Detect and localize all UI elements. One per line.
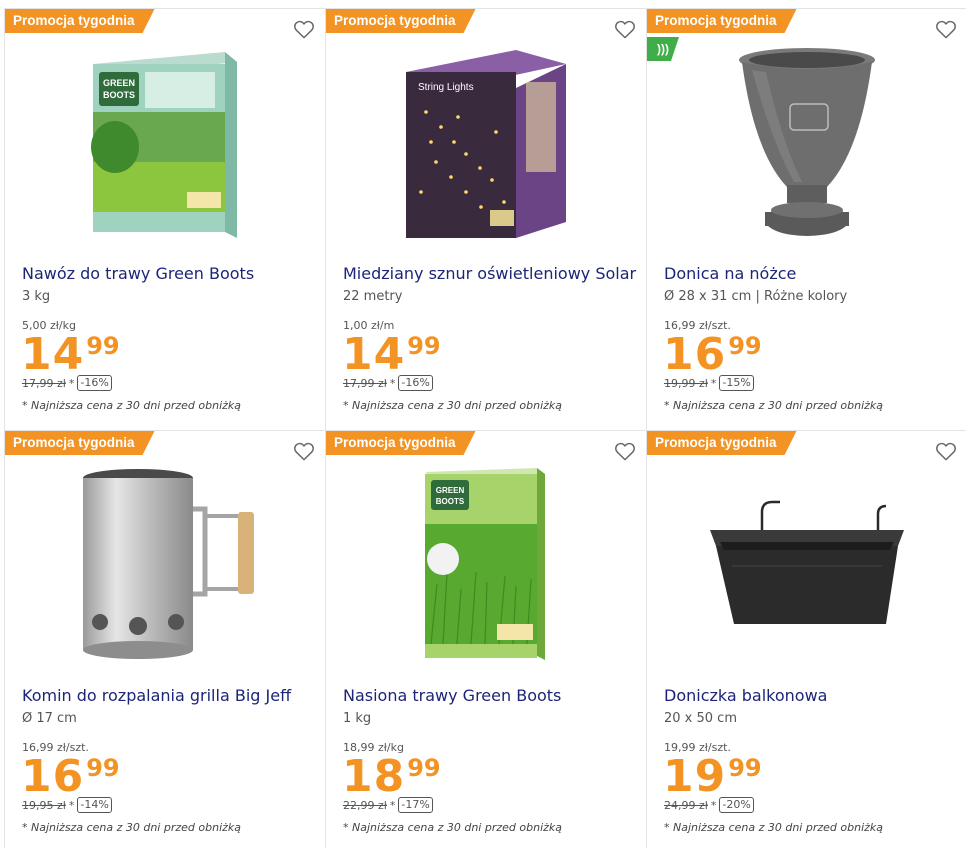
product-card[interactable]: Promocja tygodnia Komin do rozpalania gr… [5,431,325,850]
lowest-price-note: * Najniższa cena z 30 dni przed obniżką [22,821,242,834]
current-price: 14 99 [342,331,441,379]
product-card[interactable]: Promocja tygodnia ))) Donica na nóżce Ø … [647,9,967,430]
heart-icon[interactable] [293,441,315,461]
price-decimal: 99 [728,754,762,782]
price-decimal: 99 [86,754,120,782]
product-variant: 1 kg [343,711,372,726]
discount-badge: -14% [77,797,112,813]
old-price-star: * [68,798,75,812]
svg-text:GREEN: GREEN [103,78,135,88]
heart-icon[interactable] [935,19,957,39]
product-name[interactable]: Donica na nóżce [664,264,796,283]
old-price-row: 24,99 zł * -20% [664,797,754,813]
price-decimal: 99 [407,332,441,360]
price-integer: 18 [342,751,406,802]
product-name[interactable]: Nawóz do trawy Green Boots [22,264,254,283]
old-price-row: 17,99 zł * -16% [22,375,112,391]
price-integer: 19 [663,751,727,802]
lowest-price-note: * Najniższa cena z 30 dni przed obniżką [664,821,884,834]
price-decimal: 99 [86,332,120,360]
svg-text:String Lights: String Lights [418,82,474,93]
price-integer: 14 [342,329,406,380]
heart-icon[interactable] [614,19,636,39]
product-name[interactable]: Miedziany sznur oświetleniowy Solar [343,264,636,283]
product-card[interactable]: Promocja tygodnia GREEN BOOTS Nasiona tr… [326,431,646,850]
product-card[interactable]: Promocja tygodnia String Lights Miedzian… [326,9,646,430]
old-price: 17,99 zł [22,376,66,390]
heart-icon[interactable] [935,441,957,461]
old-price-row: 17,99 zł * -16% [343,375,433,391]
product-image[interactable] [647,39,967,245]
product-grid: Promocja tygodnia GREEN BOOTS Nawóz do t… [4,8,967,850]
footed-planter-icon [739,48,875,236]
current-price: 18 99 [342,753,441,801]
current-price: 19 99 [663,753,762,801]
lowest-price-note: * Najniższa cena z 30 dni przed obniżką [343,821,563,834]
chimney-starter-icon [83,469,254,659]
product-image[interactable]: String Lights [326,39,646,245]
old-price-star: * [68,376,75,390]
product-name[interactable]: Doniczka balkonowa [664,686,827,705]
old-price: 19,99 zł [664,376,708,390]
product-name[interactable]: Nasiona trawy Green Boots [343,686,561,705]
lowest-price-note: * Najniższa cena z 30 dni przed obniżką [664,399,884,412]
product-card[interactable]: Promocja tygodnia Doniczka balkonowa 20 … [647,431,967,850]
promo-badge: Promocja tygodnia [5,431,155,455]
product-image[interactable]: GREEN BOOTS [326,461,646,667]
grass-seeds-box-icon: GREEN BOOTS [425,468,545,660]
promo-badge: Promocja tygodnia [5,9,155,33]
promo-badge: Promocja tygodnia [326,9,476,33]
product-image[interactable] [5,461,325,667]
svg-text:GREEN: GREEN [436,486,465,495]
old-price-star: * [710,376,717,390]
current-price: 14 99 [21,331,120,379]
price-integer: 16 [21,751,85,802]
discount-badge: -16% [77,375,112,391]
product-name[interactable]: Komin do rozpalania grilla Big Jeff [22,686,291,705]
lowest-price-note: * Najniższa cena z 30 dni przed obniżką [343,399,563,412]
product-variant: 3 kg [22,289,51,304]
product-variant: Ø 28 x 31 cm | Różne kolory [664,289,848,304]
svg-text:BOOTS: BOOTS [436,497,465,506]
discount-badge: -16% [398,375,433,391]
old-price-row: 19,99 zł * -15% [664,375,754,391]
old-price-row: 19,95 zł * -14% [22,797,112,813]
heart-icon[interactable] [614,441,636,461]
old-price-star: * [710,798,717,812]
old-price: 22,99 zł [343,798,387,812]
old-price-row: 22,99 zł * -17% [343,797,433,813]
old-price: 19,95 zł [22,798,66,812]
old-price-star: * [389,798,396,812]
balcony-planter-icon [710,500,904,624]
price-decimal: 99 [407,754,441,782]
svg-text:BOOTS: BOOTS [103,90,135,100]
discount-badge: -15% [719,375,754,391]
heart-icon[interactable] [293,19,315,39]
discount-badge: -20% [719,797,754,813]
old-price-star: * [389,376,396,390]
old-price: 17,99 zł [343,376,387,390]
product-variant: 22 metry [343,289,403,304]
current-price: 16 99 [21,753,120,801]
promo-badge: Promocja tygodnia [647,9,797,33]
product-card[interactable]: Promocja tygodnia GREEN BOOTS Nawóz do t… [5,9,325,430]
lowest-price-note: * Najniższa cena z 30 dni przed obniżką [22,399,242,412]
price-integer: 16 [663,329,727,380]
product-variant: Ø 17 cm [22,711,77,726]
discount-badge: -17% [398,797,433,813]
product-image[interactable] [647,461,967,667]
price-integer: 14 [21,329,85,380]
green-boots-fertilizer-box-icon: GREEN BOOTS [91,52,237,238]
solar-string-lights-box-icon: String Lights [406,50,566,238]
product-variant: 20 x 50 cm [664,711,737,726]
product-image[interactable]: GREEN BOOTS [5,39,325,245]
promo-badge: Promocja tygodnia [647,431,797,455]
price-decimal: 99 [728,332,762,360]
old-price: 24,99 zł [664,798,708,812]
promo-badge: Promocja tygodnia [326,431,476,455]
current-price: 16 99 [663,331,762,379]
